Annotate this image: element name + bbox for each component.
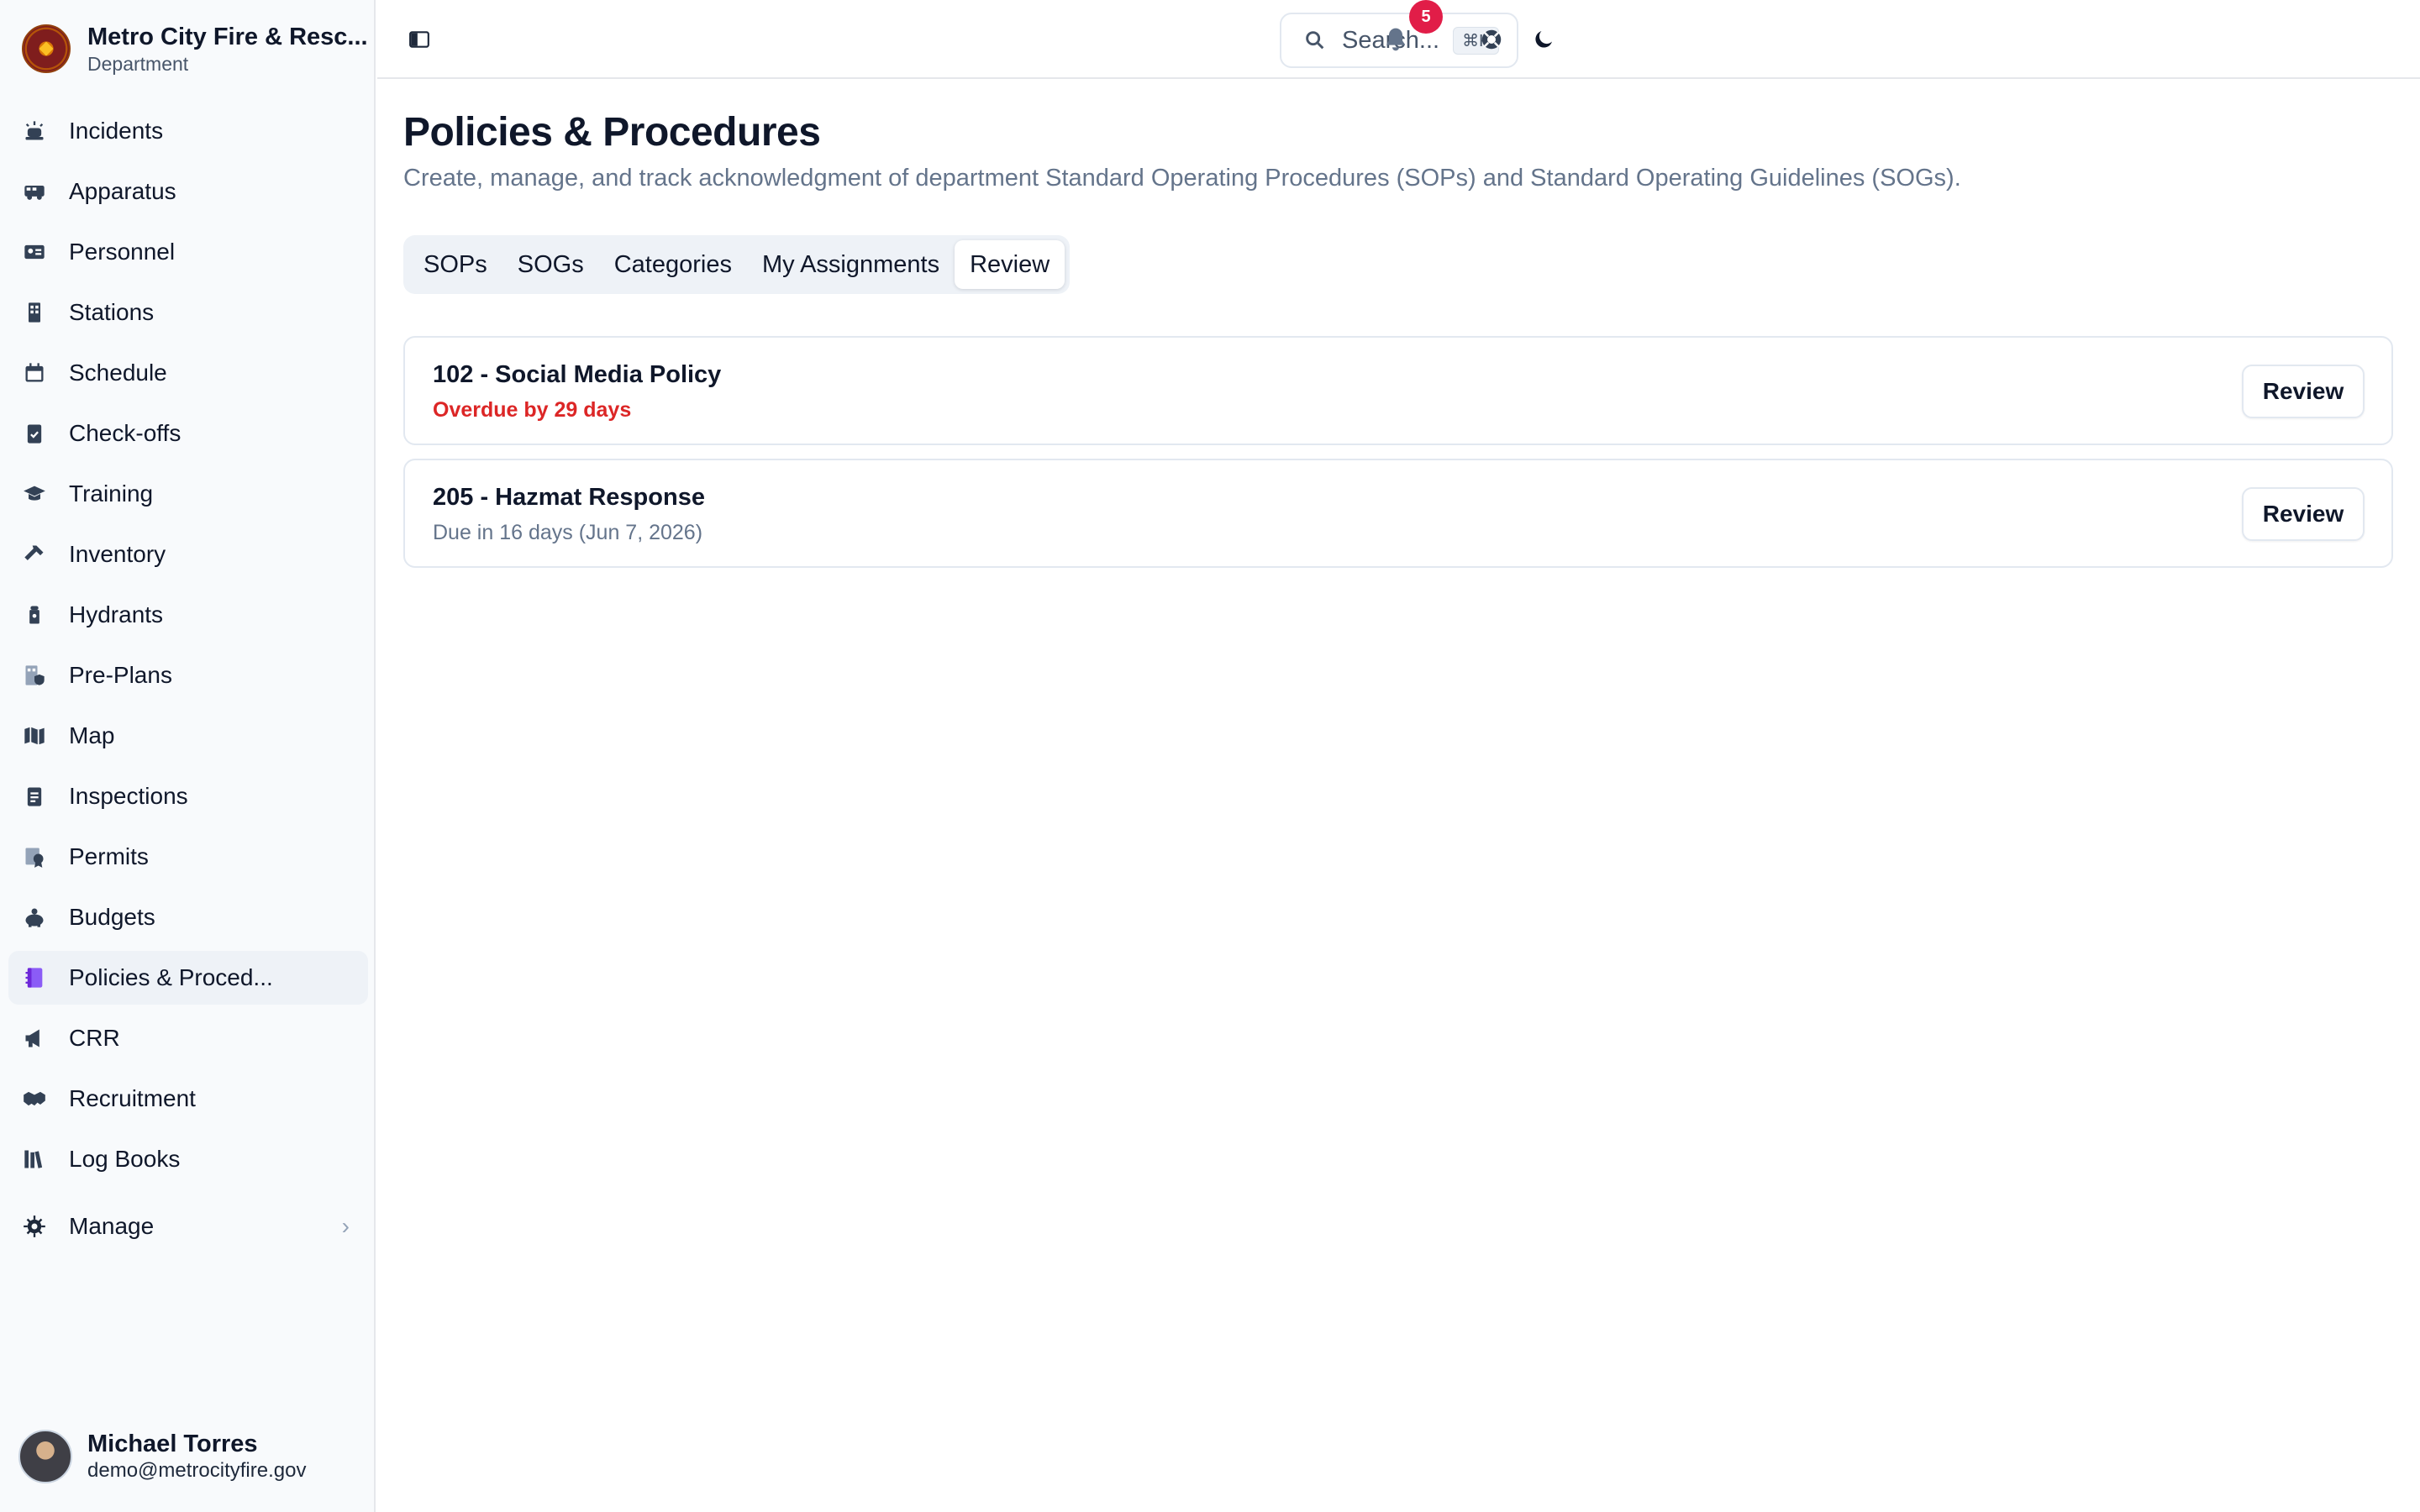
notifications-button[interactable]	[1380, 24, 1412, 55]
department-logo	[22, 24, 71, 73]
sidebar: Metro City Fire & Resc... Department Inc…	[0, 0, 376, 1512]
book-icon	[22, 965, 47, 990]
sidebar-item-inventory[interactable]: Inventory	[8, 528, 368, 581]
graduation-cap-icon	[22, 481, 47, 507]
sidebar-item-training[interactable]: Training	[8, 467, 368, 521]
department-subtitle: Department	[87, 53, 189, 75]
sidebar-item-label: Budgets	[69, 904, 155, 930]
sidebar-item-label: Personnel	[69, 239, 176, 265]
department-name: Metro City Fire & Resc...	[87, 24, 368, 50]
user-name: Michael Torres	[87, 1431, 258, 1457]
tab-categories[interactable]: Categories	[599, 240, 747, 289]
sidebar-item-label: Inventory	[69, 541, 166, 567]
sidebar-item-stations[interactable]: Stations	[8, 286, 368, 339]
tab-list: SOPs SOGs Categories My Assignments Revi…	[403, 235, 1071, 294]
sidebar-toggle-icon[interactable]	[408, 29, 431, 50]
sidebar-item-schedule[interactable]: Schedule	[8, 346, 368, 400]
sidebar-item-label: Recruitment	[69, 1085, 196, 1111]
sidebar-item-label: Inspections	[69, 783, 188, 809]
siren-icon	[22, 118, 47, 144]
sidebar-item-manage[interactable]: Manage ›	[8, 1200, 368, 1253]
sidebar-item-label: Policies & Proced...	[69, 964, 273, 990]
sidebar-item-label: Schedule	[69, 360, 167, 386]
topbar: Search... ⌘K 5	[377, 0, 2420, 79]
sidebar-item-budgets[interactable]: Budgets	[8, 890, 368, 944]
chevron-right-icon: ›	[341, 1213, 350, 1239]
department-brand[interactable]: Metro City Fire & Resc... Department	[22, 22, 368, 76]
building-shield-icon	[22, 663, 47, 688]
search-icon	[1306, 31, 1324, 50]
wrench-icon	[22, 542, 47, 567]
sidebar-item-hydrants[interactable]: Hydrants	[8, 588, 368, 642]
review-item-card: 102 - Social Media Policy Overdue by 29 …	[403, 336, 2393, 445]
sidebar-item-check-offs[interactable]: Check-offs	[8, 407, 368, 460]
sidebar-item-pre-plans[interactable]: Pre-Plans	[8, 648, 368, 702]
tab-review[interactable]: Review	[955, 240, 1065, 289]
sidebar-item-inspections[interactable]: Inspections	[8, 769, 368, 823]
tab-sops[interactable]: SOPs	[408, 240, 502, 289]
sidebar-item-log-books[interactable]: Log Books	[8, 1132, 368, 1186]
sidebar-item-label: Pre-Plans	[69, 662, 172, 688]
tab-sogs[interactable]: SOGs	[502, 240, 599, 289]
sidebar-item-label: Check-offs	[69, 420, 182, 446]
building-icon	[22, 300, 47, 325]
avatar	[18, 1430, 72, 1483]
notification-count-badge: 5	[1409, 0, 1443, 34]
calendar-icon	[22, 360, 47, 386]
map-icon	[22, 723, 47, 748]
sidebar-item-label: Hydrants	[69, 601, 164, 627]
hydrant-icon	[22, 602, 47, 627]
page-description: Create, manage, and track acknowledgment…	[403, 165, 1961, 192]
sidebar-item-map[interactable]: Map	[8, 709, 368, 763]
id-card-icon	[22, 239, 47, 265]
tab-my-assignments[interactable]: My Assignments	[747, 240, 955, 289]
moon-icon	[1535, 31, 1552, 48]
megaphone-icon	[22, 1026, 47, 1051]
sidebar-item-label: Training	[69, 480, 154, 507]
theme-toggle-button[interactable]	[1528, 24, 1560, 55]
truck-icon	[22, 179, 47, 204]
settings-button[interactable]	[1476, 24, 1507, 55]
sidebar-item-label: Incidents	[69, 118, 164, 144]
sidebar-item-label: Manage	[69, 1213, 155, 1239]
review-item-status: Due in 16 days (Jun 7, 2026)	[433, 521, 703, 544]
user-profile[interactable]: Michael Torres demo@metrocityfire.gov	[18, 1430, 306, 1483]
sidebar-item-permits[interactable]: Permits	[8, 830, 368, 884]
review-button[interactable]: Review	[2242, 487, 2365, 541]
handshake-icon	[22, 1086, 47, 1111]
sidebar-item-recruitment[interactable]: Recruitment	[8, 1072, 368, 1126]
bell-icon	[1386, 28, 1405, 51]
sidebar-item-policies-procedures[interactable]: Policies & Proced...	[8, 951, 368, 1005]
review-button[interactable]: Review	[2242, 365, 2365, 418]
review-item-card: 205 - Hazmat Response Due in 16 days (Ju…	[403, 459, 2393, 568]
sidebar-item-personnel[interactable]: Personnel	[8, 225, 368, 279]
sidebar-item-label: CRR	[69, 1025, 120, 1051]
life-ring-icon	[1481, 29, 1502, 50]
sidebar-item-label: Log Books	[69, 1146, 181, 1172]
clipboard-check-icon	[22, 421, 47, 446]
sidebar-item-crr[interactable]: CRR	[8, 1011, 368, 1065]
books-icon	[22, 1147, 47, 1172]
review-item-title: 205 - Hazmat Response	[433, 484, 705, 511]
sidebar-item-label: Apparatus	[69, 178, 176, 204]
page-title: Policies & Procedures	[403, 110, 821, 155]
user-email: demo@metrocityfire.gov	[87, 1459, 307, 1482]
certificate-icon	[22, 844, 47, 869]
piggy-bank-icon	[22, 905, 47, 930]
sidebar-nav: Incidents Apparatus Personnel Stations S…	[8, 104, 368, 1260]
sidebar-item-label: Stations	[69, 299, 155, 325]
clipboard-icon	[22, 784, 47, 809]
sidebar-item-label: Permits	[69, 843, 149, 869]
review-item-status: Overdue by 29 days	[433, 398, 632, 422]
gear-icon	[22, 1214, 47, 1239]
sidebar-item-label: Map	[69, 722, 115, 748]
review-item-title: 102 - Social Media Policy	[433, 361, 722, 388]
sidebar-item-incidents[interactable]: Incidents	[8, 104, 368, 158]
sidebar-item-apparatus[interactable]: Apparatus	[8, 165, 368, 218]
